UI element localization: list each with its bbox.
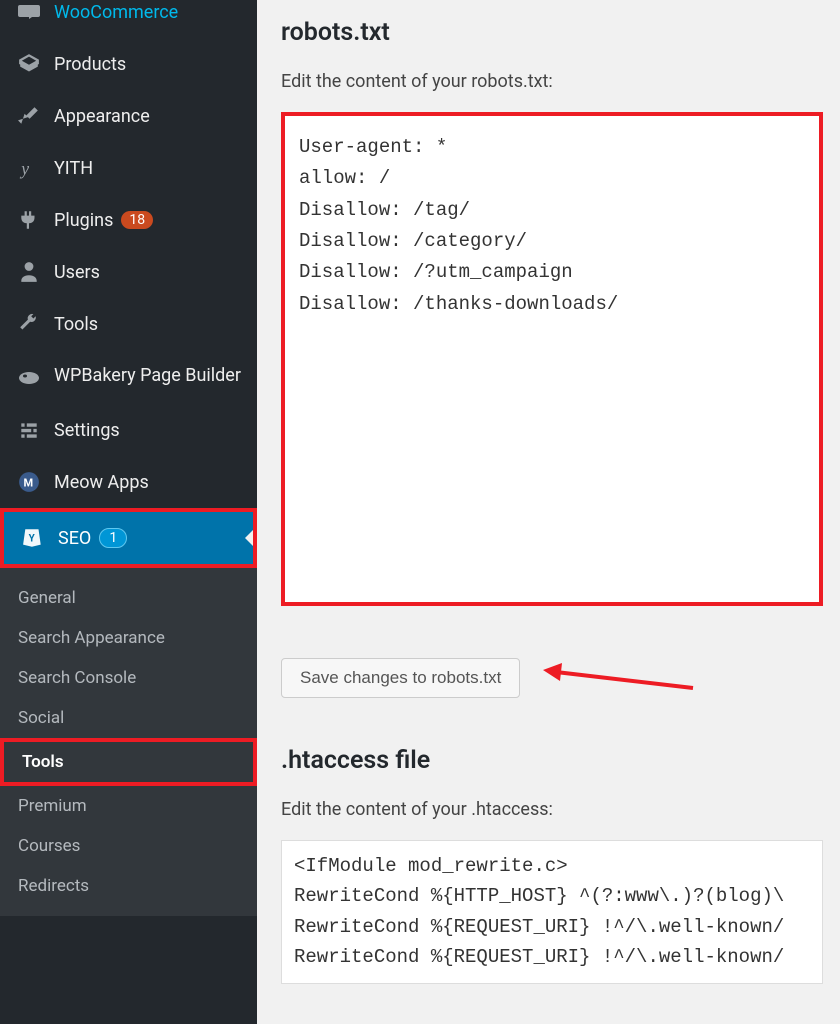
svg-text:M: M xyxy=(24,476,34,489)
seo-submenu: General Search Appearance Search Console… xyxy=(0,568,257,916)
sidebar-item-plugins[interactable]: Plugins 18 xyxy=(0,194,257,246)
submenu-item-search-appearance[interactable]: Search Appearance xyxy=(0,618,257,658)
woocommerce-icon xyxy=(14,0,44,24)
sidebar-item-settings[interactable]: Settings xyxy=(0,404,257,456)
main-content: robots.txt Edit the content of your robo… xyxy=(257,0,840,1024)
submenu-item-premium[interactable]: Premium xyxy=(0,786,257,826)
submenu-item-general[interactable]: General xyxy=(0,578,257,618)
submenu-item-tools[interactable]: Tools xyxy=(0,738,257,786)
submenu-item-courses[interactable]: Courses xyxy=(0,826,257,866)
sidebar-item-label: Settings xyxy=(54,420,120,441)
plugins-update-badge: 18 xyxy=(121,211,153,229)
sidebar-item-appearance[interactable]: Appearance xyxy=(0,90,257,142)
sidebar-item-wpbakery[interactable]: WPBakery Page Builder xyxy=(0,350,257,404)
seo-notification-badge: 1 xyxy=(99,528,127,548)
save-row: Save changes to robots.txt xyxy=(281,658,816,698)
admin-sidebar: WooCommerce Products Appearance y YITH P… xyxy=(0,0,257,1024)
sidebar-item-label: Appearance xyxy=(54,106,150,127)
sidebar-item-label: Users xyxy=(54,262,100,283)
htaccess-title: .htaccess file xyxy=(281,746,816,775)
sidebar-item-label: YITH xyxy=(54,158,93,179)
sidebar-item-yith[interactable]: y YITH xyxy=(0,142,257,194)
sidebar-item-label: Plugins xyxy=(54,210,113,231)
robots-title: robots.txt xyxy=(281,18,816,47)
seo-icon: Y xyxy=(18,526,48,550)
sidebar-item-label: Meow Apps xyxy=(54,472,149,493)
sidebar-item-woocommerce[interactable]: WooCommerce xyxy=(0,0,257,38)
htaccess-description: Edit the content of your .htaccess: xyxy=(281,799,816,820)
submenu-item-search-console[interactable]: Search Console xyxy=(0,658,257,698)
tools-icon xyxy=(14,312,44,336)
sidebar-item-label: Tools xyxy=(54,314,98,335)
sidebar-item-label: SEO xyxy=(58,528,91,549)
svg-text:y: y xyxy=(19,159,29,179)
sidebar-item-label: Products xyxy=(54,54,126,75)
appearance-icon xyxy=(14,104,44,128)
submenu-item-redirects[interactable]: Redirects xyxy=(0,866,257,906)
sidebar-item-label: WooCommerce xyxy=(54,2,178,23)
sidebar-item-users[interactable]: Users xyxy=(0,246,257,298)
robots-editor[interactable] xyxy=(281,112,823,606)
plugins-icon xyxy=(14,208,44,232)
settings-icon xyxy=(14,418,44,442)
meow-icon: M xyxy=(14,470,44,494)
save-robots-button[interactable]: Save changes to robots.txt xyxy=(281,658,520,698)
sidebar-item-label: WPBakery Page Builder xyxy=(54,364,241,387)
sidebar-item-tools[interactable]: Tools xyxy=(0,298,257,350)
sidebar-item-seo[interactable]: Y SEO 1 xyxy=(0,508,257,568)
svg-text:Y: Y xyxy=(29,533,36,544)
wpbakery-icon xyxy=(14,366,44,390)
yith-icon: y xyxy=(14,156,44,180)
submenu-item-social[interactable]: Social xyxy=(0,698,257,738)
arrow-annotation-icon xyxy=(538,663,698,693)
sidebar-item-meowapps[interactable]: M Meow Apps xyxy=(0,456,257,508)
users-icon xyxy=(14,260,44,284)
htaccess-editor[interactable]: <IfModule mod_rewrite.c> RewriteCond %{H… xyxy=(281,840,823,984)
products-icon xyxy=(14,52,44,76)
robots-description: Edit the content of your robots.txt: xyxy=(281,71,816,92)
sidebar-item-products[interactable]: Products xyxy=(0,38,257,90)
